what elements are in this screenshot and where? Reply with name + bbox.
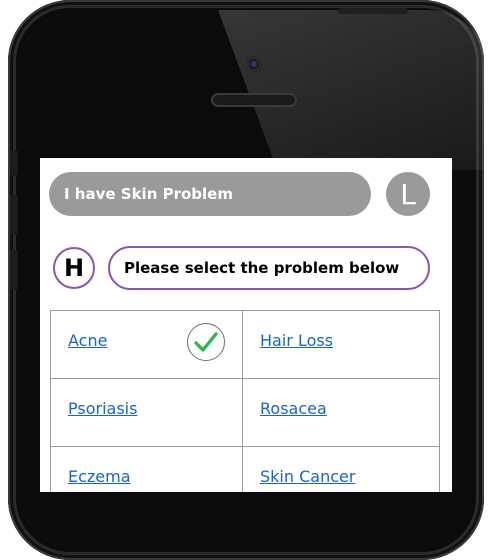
chat-screen: I have Skin Problem L H Please select th… xyxy=(40,158,452,492)
option-cell-psoriasis[interactable]: Psoriasis xyxy=(51,379,243,447)
power-button xyxy=(338,8,408,14)
option-cell-rosacea[interactable]: Rosacea xyxy=(243,379,439,447)
screen-glare xyxy=(218,10,488,170)
bot-avatar: H xyxy=(53,247,95,289)
user-avatar: L xyxy=(386,172,430,216)
option-link-psoriasis[interactable]: Psoriasis xyxy=(68,399,137,418)
volume-down-button xyxy=(10,250,18,290)
volume-up-button xyxy=(10,195,18,235)
option-cell-hair-loss[interactable]: Hair Loss xyxy=(243,311,439,379)
front-camera xyxy=(246,56,262,72)
option-link-hair-loss[interactable]: Hair Loss xyxy=(260,331,333,350)
check-circle-icon xyxy=(187,323,225,361)
option-cell-acne[interactable]: Acne xyxy=(51,311,243,379)
mute-switch xyxy=(10,150,18,176)
option-link-skin-cancer[interactable]: Skin Cancer xyxy=(260,467,355,486)
option-cell-skin-cancer[interactable]: Skin Cancer xyxy=(243,447,439,492)
problem-options-grid: Acne Hair Loss Psoriasis Rosacea Eczema … xyxy=(50,310,440,492)
option-link-rosacea[interactable]: Rosacea xyxy=(260,399,327,418)
option-cell-eczema[interactable]: Eczema xyxy=(51,447,243,492)
option-link-eczema[interactable]: Eczema xyxy=(68,467,131,486)
user-message-bubble: I have Skin Problem xyxy=(49,172,371,216)
option-link-acne[interactable]: Acne xyxy=(68,331,107,350)
earpiece-speaker xyxy=(211,93,297,107)
bot-message-bubble: Please select the problem below xyxy=(108,246,430,290)
